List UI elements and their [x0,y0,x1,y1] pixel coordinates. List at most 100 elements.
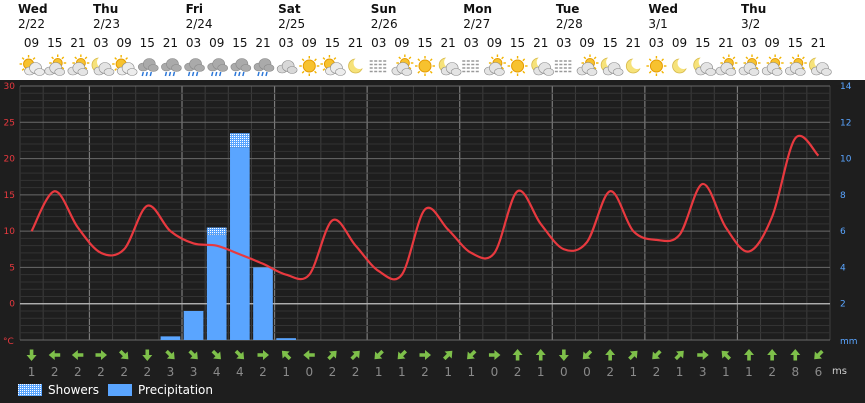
hour-label: 09 [765,36,780,50]
wind-speed: 2 [259,365,267,379]
temperature-tick: 30 [4,82,16,92]
legend-showers-label: Showers [48,383,99,397]
wind-speed: 2 [97,365,105,379]
legend-precipitation-swatch [108,384,132,396]
showers-bar [230,133,250,148]
wind-speed: 0 [560,365,568,379]
day-name: Sun [371,2,397,16]
day-name: Tue [556,2,580,16]
precipitation-tick: 14 [840,82,852,92]
wind-speed: 2 [51,365,59,379]
day-date: 3/1 [648,17,667,31]
temperature-tick: 10 [4,227,16,237]
hour-label: 15 [695,36,710,50]
hour-label: 21 [441,36,456,50]
wind-speed: 2 [653,365,661,379]
day-name: Fri [186,2,203,16]
hour-label: 03 [186,36,201,50]
wind-unit: ms [832,366,847,377]
hour-label: 21 [255,36,270,50]
wind-speed: 3 [699,365,707,379]
wind-speed: 0 [491,365,499,379]
legend-precipitation-label: Precipitation [138,383,213,397]
wind-speed: 0 [583,365,591,379]
hour-label: 09 [394,36,409,50]
hour-label: 09 [117,36,132,50]
hour-label: 15 [140,36,155,50]
hour-label: 15 [788,36,803,50]
hour-label: 21 [533,36,548,50]
wind-speed: 8 [791,365,799,379]
hour-label: 09 [302,36,317,50]
wind-speed: 6 [815,365,823,379]
day-date: 2/23 [93,17,120,31]
hour-label: 21 [70,36,85,50]
hour-label: 21 [811,36,826,50]
hour-label: 03 [371,36,386,50]
wind-speed: 2 [421,365,429,379]
day-date: 2/22 [18,17,45,31]
wind-speed: 1 [629,365,637,379]
hour-label: 15 [510,36,525,50]
day-name: Sat [278,2,301,16]
wind-speed: 1 [444,365,452,379]
wind-speed: 1 [467,365,475,379]
wind-speed: 1 [282,365,290,379]
wind-speed: 2 [143,365,151,379]
hour-label: 15 [325,36,340,50]
day-name: Wed [648,2,678,16]
precipitation-bar [206,234,227,340]
wind-speed: 4 [236,365,244,379]
precipitation-tick: 6 [840,227,846,237]
hour-label: 03 [279,36,294,50]
hour-label: 09 [209,36,224,50]
weather-forecast-chart: Wed2/22Thu2/23Fri2/24Sat2/25Sun2/26Mon2/… [0,0,865,403]
hour-label: 15 [603,36,618,50]
hour-label: 15 [47,36,62,50]
hour-label: 21 [718,36,733,50]
hour-label: 03 [464,36,479,50]
wind-speed: 1 [398,365,406,379]
precipitation-bar [160,336,181,340]
wind-speed: 0 [305,365,313,379]
day-name: Wed [18,2,48,16]
wind-speed: 1 [375,365,383,379]
wind-speed: 2 [352,365,360,379]
wind-speed: 3 [167,365,175,379]
day-name: Mon [463,2,492,16]
hour-label: 21 [348,36,363,50]
temperature-tick: 0 [9,300,15,310]
day-date: 2/26 [371,17,398,31]
showers-bar [206,227,227,235]
hour-label: 15 [232,36,247,50]
wind-speed: 2 [74,365,82,379]
hour-label: 09 [24,36,39,50]
precipitation-tick: 12 [840,118,851,128]
day-date: 3/2 [741,17,760,31]
day-date: 2/28 [556,17,583,31]
wind-speed: 2 [329,365,337,379]
precipitation-tick: 4 [840,263,846,273]
temperature-tick: 5 [9,263,15,273]
wind-speed: 4 [213,365,221,379]
wind-speed: 2 [514,365,522,379]
hour-label: 03 [93,36,108,50]
precipitation-bar [276,338,296,340]
hour-label: 09 [579,36,594,50]
hour-label: 21 [626,36,641,50]
temperature-tick: 25 [4,118,15,128]
day-name: Thu [93,2,118,16]
day-date: 2/24 [186,17,213,31]
legend-showers-swatch [18,384,42,396]
day-date: 2/25 [278,17,305,31]
wind-speed: 1 [722,365,730,379]
wind-speed: 2 [120,365,128,379]
hour-label: 15 [417,36,432,50]
temperature-tick: 20 [4,155,16,165]
wind-speed: 1 [745,365,753,379]
day-date: 2/27 [463,17,490,31]
precipitation-bar [230,147,250,340]
day-name: Thu [741,2,766,16]
hour-label: 03 [649,36,664,50]
precipitation-unit: mm [840,337,858,347]
